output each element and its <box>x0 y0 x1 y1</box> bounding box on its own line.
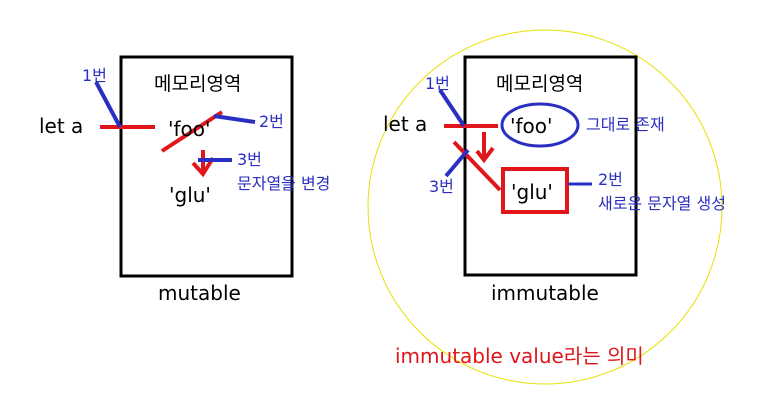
down-arrow-right <box>475 132 495 164</box>
footer-caption: immutable value라는 의미 <box>395 344 644 368</box>
var-label-left: let a <box>39 114 84 138</box>
step1-left: 1번 <box>82 66 107 85</box>
step2-right: 2번 <box>598 170 623 189</box>
step3-left: 3번 <box>237 150 262 169</box>
caption-immutable: immutable <box>491 281 599 305</box>
marker-2-left <box>213 114 256 124</box>
old-note-right: 그대로 존재 <box>586 115 665 134</box>
step3-note-left: 문자열을 변경 <box>237 174 331 193</box>
step1-right: 1번 <box>425 74 450 93</box>
new-note-right: 새로운 문자열 생성 <box>598 194 726 213</box>
step3-right: 3번 <box>429 177 454 196</box>
var-label-right: let a <box>383 112 428 136</box>
value-new-left: 'glu' <box>169 183 211 207</box>
marker-1-right <box>438 88 466 128</box>
step2-left: 2번 <box>259 112 284 131</box>
value-new-right: 'glu' <box>511 180 553 204</box>
box-title-right: 메모리영역 <box>496 73 584 95</box>
marker-1-left <box>94 81 122 128</box>
value-old-left: 'foo' <box>168 117 211 141</box>
value-old-right: 'foo' <box>510 114 553 138</box>
box-title-left: 메모리영역 <box>154 73 242 95</box>
caption-mutable: mutable <box>158 281 241 305</box>
